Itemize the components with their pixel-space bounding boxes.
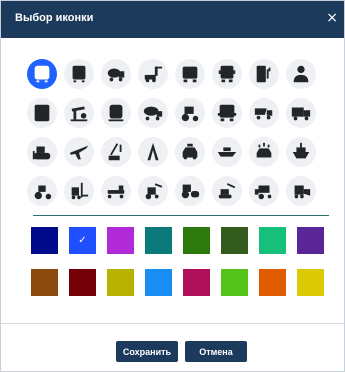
semi-truck-front-icon-glyph — [218, 65, 236, 83]
bus-front-icon-glyph — [34, 65, 50, 83]
person-icon[interactable] — [286, 59, 316, 89]
train-icon[interactable] — [101, 98, 131, 128]
backhoe-loader-icon-glyph — [145, 183, 163, 200]
excavator-icon-glyph — [218, 183, 236, 199]
forklift-icon-glyph — [71, 182, 89, 200]
oil-drop-station-icon-glyph — [34, 104, 50, 122]
loader-crane-icon[interactable] — [138, 59, 168, 89]
concrete-mixer-icon-glyph — [107, 68, 125, 82]
farm-tractor-icon[interactable] — [27, 176, 57, 206]
color-swatch[interactable] — [259, 227, 286, 254]
airplane-icon-glyph — [69, 145, 89, 160]
skid-steer-loader-icon-glyph — [294, 185, 311, 199]
drilling-rig-icon[interactable] — [138, 137, 168, 167]
snow-car-icon[interactable] — [249, 137, 279, 167]
road-roller-icon-glyph — [181, 184, 200, 199]
color-swatch[interactable] — [221, 269, 248, 296]
tractor-icon[interactable] — [175, 98, 205, 128]
loader-crane-icon-glyph — [144, 66, 163, 83]
backhoe-loader-icon[interactable] — [138, 176, 168, 206]
color-swatch[interactable] — [107, 269, 134, 296]
bulldozer-icon[interactable] — [27, 137, 57, 167]
color-swatch[interactable] — [183, 227, 210, 254]
color-swatch[interactable]: ✓ — [69, 227, 96, 254]
tanker-truck-icon[interactable] — [138, 98, 168, 128]
cancel-button[interactable]: Отмена — [185, 341, 247, 362]
boat-icon[interactable] — [212, 137, 242, 167]
oil-pump-jack-icon[interactable] — [64, 98, 94, 128]
truck-front-icon-glyph — [182, 66, 198, 83]
train-icon-glyph — [108, 104, 124, 122]
person-icon-glyph — [293, 65, 309, 83]
cargo-truck-icon[interactable] — [286, 98, 316, 128]
airplane-icon[interactable] — [64, 137, 94, 167]
excavator-icon[interactable] — [212, 176, 242, 206]
crane-icon[interactable] — [101, 137, 131, 167]
bulldozer-icon-glyph — [32, 146, 51, 160]
snow-car-icon-glyph — [256, 142, 272, 158]
icon-picker-dialog: Выбор иконки × ✓ Сохранить Отмена — [0, 0, 345, 372]
tractor-icon-glyph — [181, 106, 199, 122]
cargo-truck-icon-glyph — [291, 107, 311, 121]
color-grid: ✓ — [31, 227, 324, 296]
color-swatch[interactable] — [297, 269, 324, 296]
color-swatch[interactable] — [107, 227, 134, 254]
ship-icon[interactable] — [286, 137, 316, 167]
color-swatch[interactable] — [31, 227, 58, 254]
taxi-icon[interactable] — [175, 137, 205, 167]
bus-icon[interactable] — [64, 59, 94, 89]
save-button[interactable]: Сохранить — [116, 341, 178, 362]
dialog-titlebar: Выбор иконки × — [1, 1, 344, 38]
tank-truck-front-icon[interactable] — [212, 98, 242, 128]
grader-icon-glyph — [107, 185, 125, 199]
concrete-mixer-icon[interactable] — [101, 59, 131, 89]
color-swatch[interactable] — [145, 227, 172, 254]
drilling-rig-icon-glyph — [147, 142, 159, 161]
bus-front-icon[interactable] — [27, 59, 57, 89]
icon-grid — [27, 59, 316, 206]
grader-icon[interactable] — [101, 176, 131, 206]
combine-harvester-icon[interactable] — [249, 176, 279, 206]
color-swatch[interactable] — [69, 269, 96, 296]
crane-icon-glyph — [108, 143, 122, 161]
oil-drop-station-icon[interactable] — [27, 98, 57, 128]
dump-truck-icon-glyph — [254, 108, 273, 120]
farm-tractor-icon-glyph — [34, 185, 52, 200]
truck-front-icon[interactable] — [175, 59, 205, 89]
color-swatch[interactable] — [259, 269, 286, 296]
dialog-title: Выбор иконки — [15, 12, 94, 24]
boat-icon-glyph — [217, 147, 237, 157]
combine-harvester-icon-glyph — [254, 185, 272, 200]
close-icon[interactable]: × — [326, 10, 338, 26]
taxi-icon-glyph — [182, 143, 198, 160]
forklift-icon[interactable] — [64, 176, 94, 206]
skid-steer-loader-icon[interactable] — [286, 176, 316, 206]
tanker-truck-icon-glyph — [143, 106, 163, 121]
ship-icon-glyph — [292, 142, 310, 159]
fuel-station-icon[interactable] — [249, 59, 279, 89]
color-swatch[interactable] — [145, 269, 172, 296]
dump-truck-icon[interactable] — [249, 98, 279, 128]
fuel-station-icon-glyph — [256, 65, 271, 83]
color-swatch[interactable] — [297, 227, 324, 254]
section-divider — [33, 215, 329, 216]
color-swatch[interactable] — [183, 269, 210, 296]
bus-icon-glyph — [72, 65, 86, 83]
check-icon: ✓ — [78, 235, 87, 246]
color-swatch[interactable] — [31, 269, 58, 296]
color-swatch[interactable] — [221, 227, 248, 254]
road-roller-icon[interactable] — [175, 176, 205, 206]
semi-truck-front-icon[interactable] — [212, 59, 242, 89]
footer-divider — [1, 323, 344, 324]
oil-pump-jack-icon-glyph — [70, 106, 88, 122]
tank-truck-front-icon-glyph — [217, 104, 237, 122]
